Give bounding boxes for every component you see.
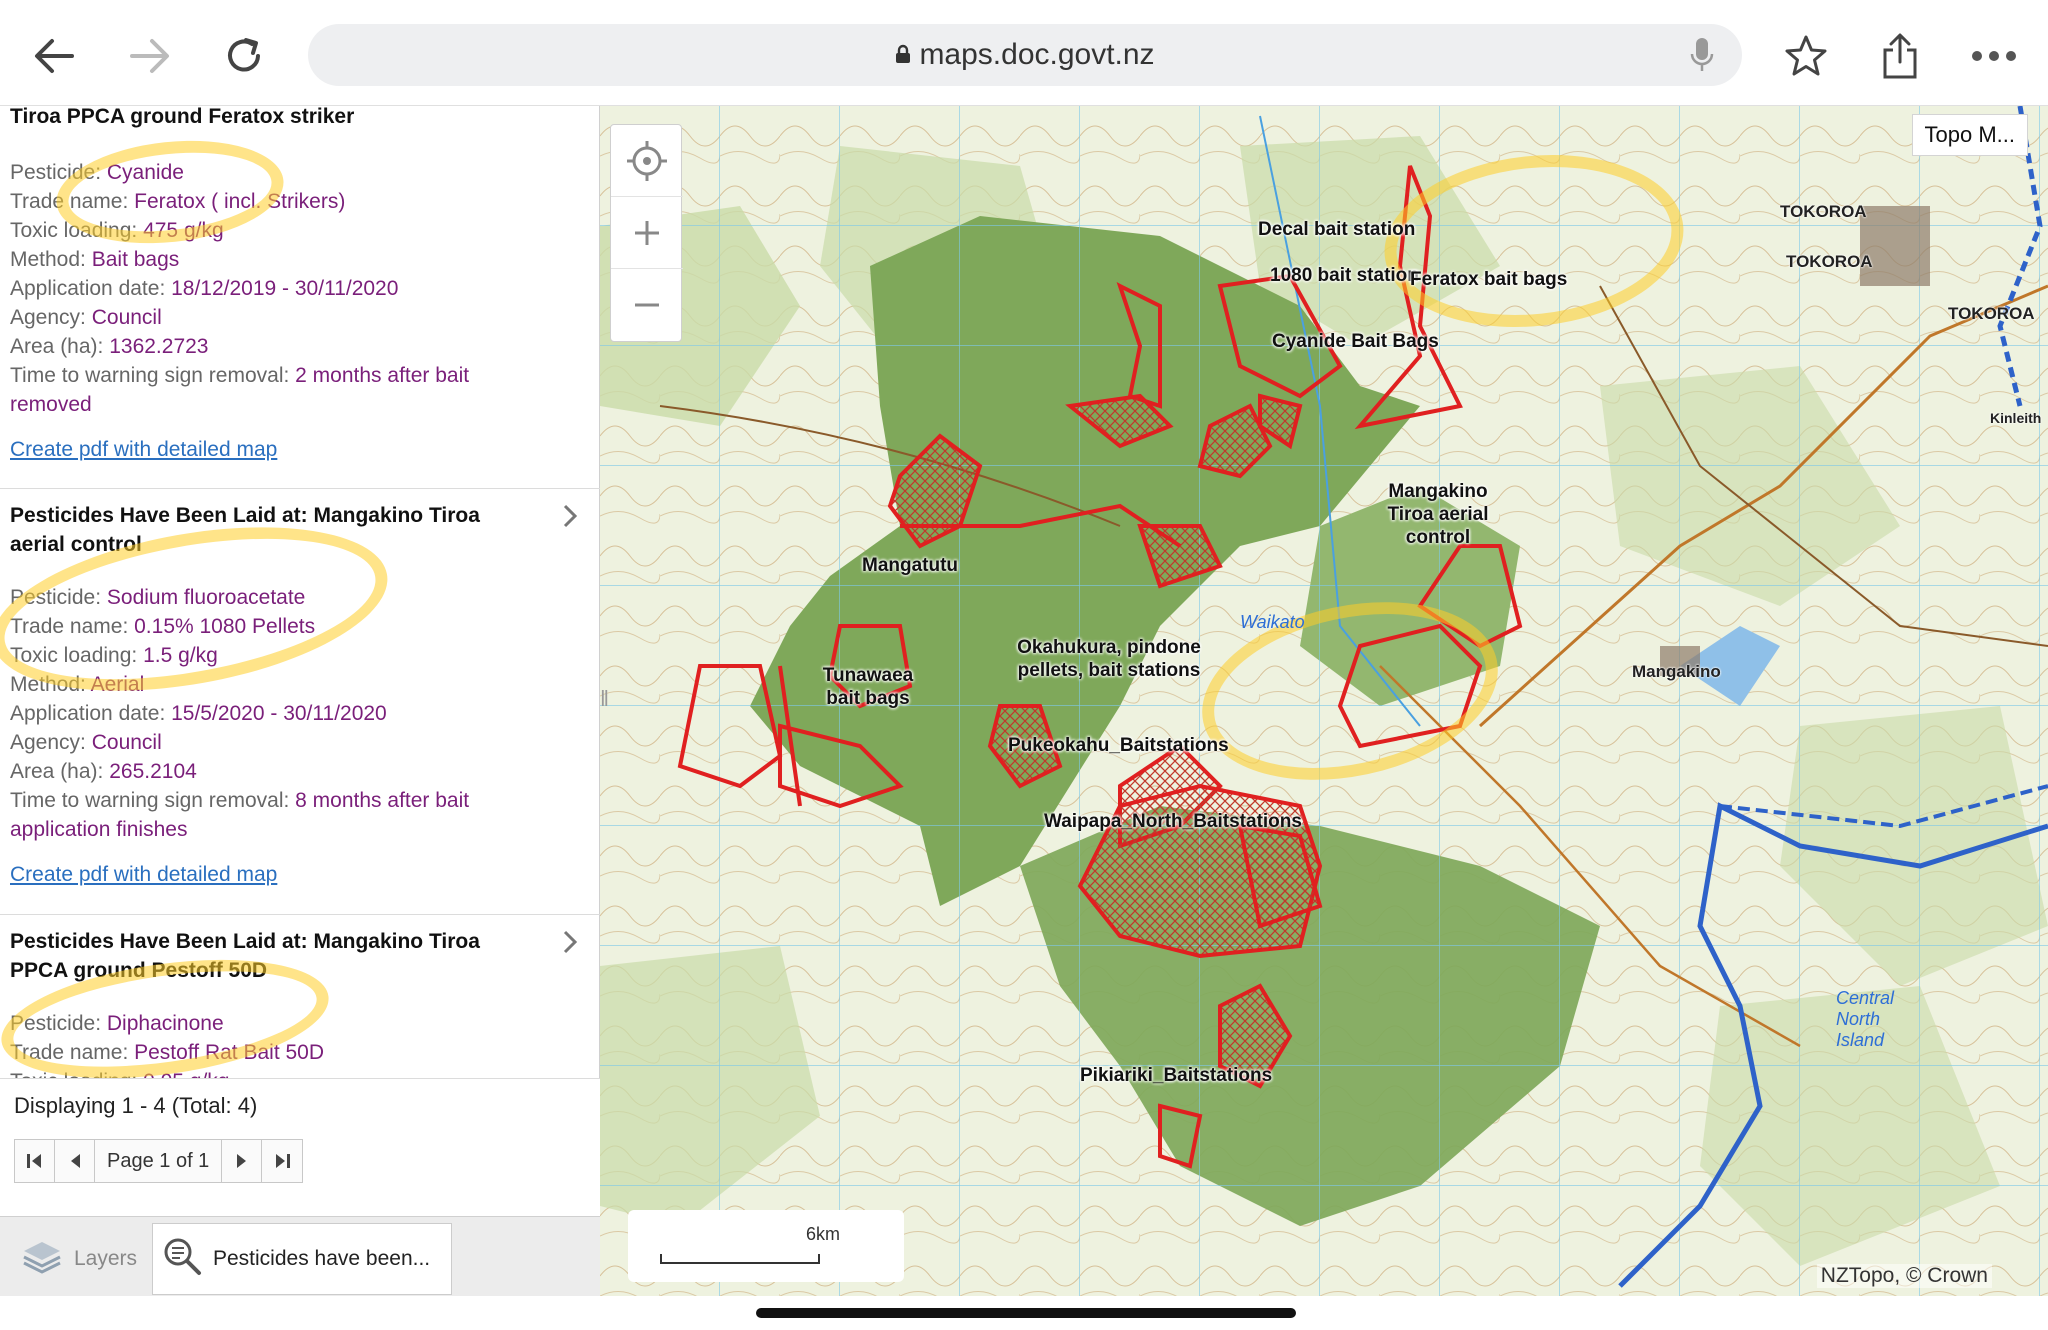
url-text: maps.doc.govt.nz — [919, 38, 1155, 71]
more-icon[interactable] — [1966, 28, 2022, 84]
map-label-pukeokahu: Pukeokahu_Baitstations — [1008, 735, 1229, 756]
park-label: Central North Island — [1836, 988, 1895, 1050]
map-label-cyanide: Cyanide Bait Bags — [1272, 331, 1439, 352]
field-trade-name: Trade name: Pestoff Rat Bait 50D — [10, 1041, 325, 1064]
map-label-1080: 1080 bait station — [1270, 265, 1419, 286]
place-tokoroa: TOKOROA — [1948, 304, 2035, 323]
field-pesticide: Pesticide: Sodium fluoroacetate — [10, 586, 306, 609]
next-page-icon[interactable] — [222, 1140, 263, 1182]
map-attribution: NZTopo, © Crown — [1816, 1264, 1992, 1288]
last-page-icon[interactable] — [262, 1140, 302, 1182]
tab-results[interactable]: Pesticides have been... — [152, 1223, 452, 1295]
tab-layers[interactable]: Layers — [12, 1223, 152, 1295]
field-warning-removal: Time to warning sign removal: 2 months a… — [10, 364, 470, 416]
page-label: Page 1 of 1 — [95, 1140, 223, 1182]
app: maps.doc.govt.nz Tiroa PPCA ground Ferat… — [0, 0, 2048, 1330]
search-results-icon — [153, 1235, 213, 1283]
prev-page-icon[interactable] — [55, 1140, 95, 1182]
field-application-date: Application date: 15/5/2020 - 30/11/2020 — [10, 702, 387, 725]
zoom-in-icon[interactable] — [611, 197, 683, 269]
panel-resize-handle[interactable]: ‖ — [600, 686, 610, 726]
displaying-count: Displaying 1 - 4 (Total: 4) — [14, 1093, 258, 1118]
field-area: Area (ha): 265.2104 — [10, 760, 197, 783]
back-arrow-icon[interactable] — [26, 28, 82, 84]
home-indicator[interactable] — [756, 1308, 1296, 1318]
field-trade-name: Trade name: 0.15% 1080 Pellets — [10, 615, 316, 638]
reload-icon[interactable] — [216, 28, 272, 84]
field-toxic-loading: Toxic loading: 475 g/kg — [10, 219, 224, 242]
browser-toolbar: maps.doc.govt.nz — [0, 0, 2048, 106]
field-area: Area (ha): 1362.2723 — [10, 335, 209, 358]
river-label-waikato: Waikato — [1240, 612, 1305, 632]
zoom-out-icon[interactable] — [611, 269, 683, 341]
map-label-aerial: Mangakino Tiroa aerial control — [1387, 481, 1489, 548]
layers-icon — [12, 1236, 74, 1282]
field-agency: Agency: Council — [10, 731, 162, 754]
field-method: Method: Bait bags — [10, 248, 180, 271]
results-panel: Tiroa PPCA ground Feratox striker Pestic… — [0, 106, 600, 1296]
lock-icon — [895, 38, 911, 72]
basemap-selector[interactable]: Topo M... — [1911, 114, 2028, 156]
field-agency: Agency: Council — [10, 306, 162, 329]
address-bar[interactable]: maps.doc.govt.nz — [308, 24, 1742, 86]
create-pdf-link[interactable]: Create pdf with detailed map — [10, 435, 590, 464]
results-list: Tiroa PPCA ground Feratox striker Pestic… — [0, 106, 600, 1078]
forward-arrow-icon[interactable] — [122, 28, 178, 84]
first-page-icon[interactable] — [15, 1140, 55, 1182]
map-view[interactable]: ‖ Topo M... Decal bait station 1080 bait… — [600, 106, 2048, 1296]
place-mangakino: Mangakino — [1632, 662, 1721, 681]
locate-icon[interactable] — [611, 125, 683, 197]
map-label-mangatutu: Mangatutu — [862, 555, 959, 576]
result-item[interactable]: Tiroa PPCA ground Feratox striker Pestic… — [0, 106, 600, 464]
field-toxic-loading: Toxic loading: 0.05 g/kg — [10, 1067, 590, 1078]
map-label-feratox: Feratox bait bags — [1410, 269, 1568, 290]
map-label-decal: Decal bait station — [1258, 219, 1416, 240]
map-label-pikiariki: Pikiariki_Baitstations — [1080, 1065, 1273, 1086]
panel-tabs: Layers Pesticides have been... — [0, 1216, 600, 1296]
map-label-tunawaea: Tunawaea bait bags — [822, 665, 914, 709]
place-tokoroa: TOKOROA — [1780, 202, 1867, 221]
result-title: Tiroa PPCA ground Feratox striker — [10, 106, 355, 128]
field-pesticide: Pesticide: Cyanide — [10, 161, 184, 184]
scale-bar: 6km — [628, 1210, 904, 1282]
result-item[interactable]: Pesticides Have Been Laid at: Mangakino … — [0, 914, 600, 1078]
map-controls — [610, 124, 683, 342]
field-application-date: Application date: 18/12/2019 - 30/11/202… — [10, 277, 399, 300]
place-tokoroa: TOKOROA — [1786, 252, 1873, 271]
result-title: Pesticides Have Been Laid at: Mangakino … — [10, 930, 480, 982]
map-label-waipapa: Waipapa_North_Baitstations — [1044, 811, 1302, 832]
star-icon[interactable] — [1778, 28, 1834, 84]
scale-label: 6km — [806, 1224, 841, 1244]
result-item[interactable]: Pesticides Have Been Laid at: Mangakino … — [0, 488, 600, 889]
scale-line — [660, 1254, 820, 1264]
field-toxic-loading: Toxic loading: 1.5 g/kg — [10, 644, 218, 667]
field-trade-name: Trade name: Feratox ( incl. Strikers) — [10, 190, 346, 213]
tab-results-label: Pesticides have been... — [213, 1247, 431, 1270]
result-title: Pesticides Have Been Laid at: Mangakino … — [10, 504, 480, 556]
microphone-icon[interactable] — [1690, 36, 1714, 82]
map-label-okahukura: Okahukura, pindone pellets, bait station… — [1017, 637, 1201, 681]
pager-area: Displaying 1 - 4 (Total: 4) Page 1 of 1 — [0, 1078, 600, 1218]
field-warning-removal: Time to warning sign removal: 8 months a… — [10, 789, 470, 841]
pager: Page 1 of 1 — [14, 1139, 304, 1183]
share-icon[interactable] — [1872, 28, 1928, 84]
tab-layers-label: Layers — [74, 1247, 138, 1270]
chevron-right-icon[interactable] — [562, 503, 578, 537]
create-pdf-link[interactable]: Create pdf with detailed map — [10, 860, 590, 889]
place-kinleith: Kinleith — [1990, 410, 2042, 426]
field-method: Method: Aerial — [10, 673, 145, 696]
field-pesticide: Pesticide: Diphacinone — [10, 1012, 224, 1035]
chevron-right-icon[interactable] — [562, 929, 578, 963]
